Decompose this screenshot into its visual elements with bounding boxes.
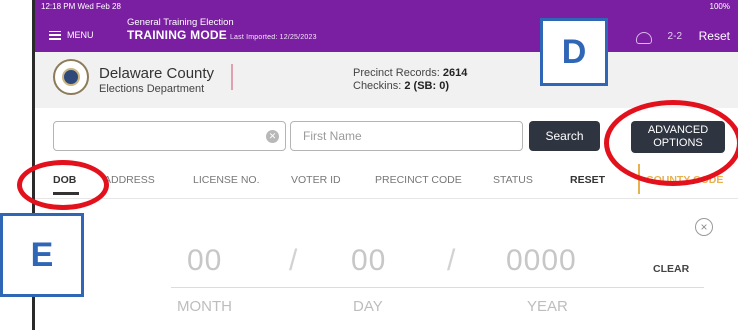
highlight-dob-tab bbox=[17, 160, 109, 210]
tab-license[interactable]: LICENSE NO. bbox=[193, 174, 260, 186]
battery-indicator: 100% bbox=[709, 2, 730, 11]
tab-precinct-code[interactable]: PRECINCT CODE bbox=[375, 174, 462, 186]
records-label: Precinct Records: bbox=[353, 67, 440, 79]
county-seal-logo bbox=[53, 59, 89, 95]
county-name: Delaware County bbox=[99, 65, 215, 82]
county-header: Delaware County Elections Department Pre… bbox=[35, 52, 738, 108]
date-underline bbox=[171, 287, 704, 288]
search-button[interactable]: Search bbox=[529, 121, 600, 151]
date-separator: / bbox=[289, 244, 298, 277]
callout-e: E bbox=[0, 213, 84, 297]
month-label: MONTH bbox=[177, 298, 232, 315]
first-name-input[interactable]: First Name bbox=[290, 121, 523, 151]
top-bar: 12:18 PM Wed Feb 28 100% MENU General Tr… bbox=[35, 0, 738, 52]
tab-voter-id[interactable]: VOTER ID bbox=[291, 174, 341, 186]
election-name: General Training Election bbox=[127, 17, 234, 28]
training-mode-label: TRAINING MODE Last Imported: 12/25/2023 bbox=[127, 28, 317, 42]
clear-input-icon[interactable]: ✕ bbox=[266, 130, 279, 143]
menu-button[interactable]: MENU bbox=[49, 30, 94, 40]
dob-entry-panel: × 00 / 00 / 0000 CLEAR MONTH DAY YEAR bbox=[35, 199, 738, 330]
records-summary: Precinct Records: 2614 Checkins: 2 (SB: … bbox=[353, 67, 467, 93]
date-separator: / bbox=[447, 244, 456, 277]
highlight-advanced-options bbox=[604, 100, 738, 186]
hamburger-icon bbox=[49, 30, 61, 40]
mode-text: TRAINING MODE bbox=[127, 28, 227, 42]
clear-button[interactable]: CLEAR bbox=[653, 263, 689, 275]
checkins-value: 2 (SB: 0) bbox=[404, 80, 449, 92]
tab-status[interactable]: STATUS bbox=[493, 174, 533, 186]
status-time: 12:18 PM Wed Feb 28 bbox=[41, 2, 121, 11]
day-label: DAY bbox=[353, 298, 383, 315]
callout-d: D bbox=[540, 18, 608, 86]
header-divider bbox=[231, 64, 233, 90]
records-value: 2614 bbox=[442, 67, 468, 79]
menu-label: MENU bbox=[67, 30, 94, 40]
close-icon[interactable]: × bbox=[695, 218, 713, 236]
year-field[interactable]: 0000 bbox=[506, 244, 577, 278]
reset-button[interactable]: Reset bbox=[699, 29, 730, 43]
tab-address[interactable]: ADDRESS bbox=[104, 174, 155, 186]
last-name-input[interactable]: ✕ bbox=[53, 121, 286, 151]
tab-reset[interactable]: RESET bbox=[570, 174, 605, 186]
cloud-sync-icon[interactable] bbox=[636, 32, 652, 44]
day-field[interactable]: 00 bbox=[351, 244, 386, 278]
department-name: Elections Department bbox=[99, 83, 205, 95]
year-label: YEAR bbox=[527, 298, 568, 315]
last-imported: Last Imported: 12/25/2023 bbox=[229, 34, 317, 41]
checkins-label: Checkins: bbox=[353, 80, 402, 92]
users-icon[interactable]: 2-2 bbox=[668, 31, 682, 42]
month-field[interactable]: 00 bbox=[187, 244, 222, 278]
